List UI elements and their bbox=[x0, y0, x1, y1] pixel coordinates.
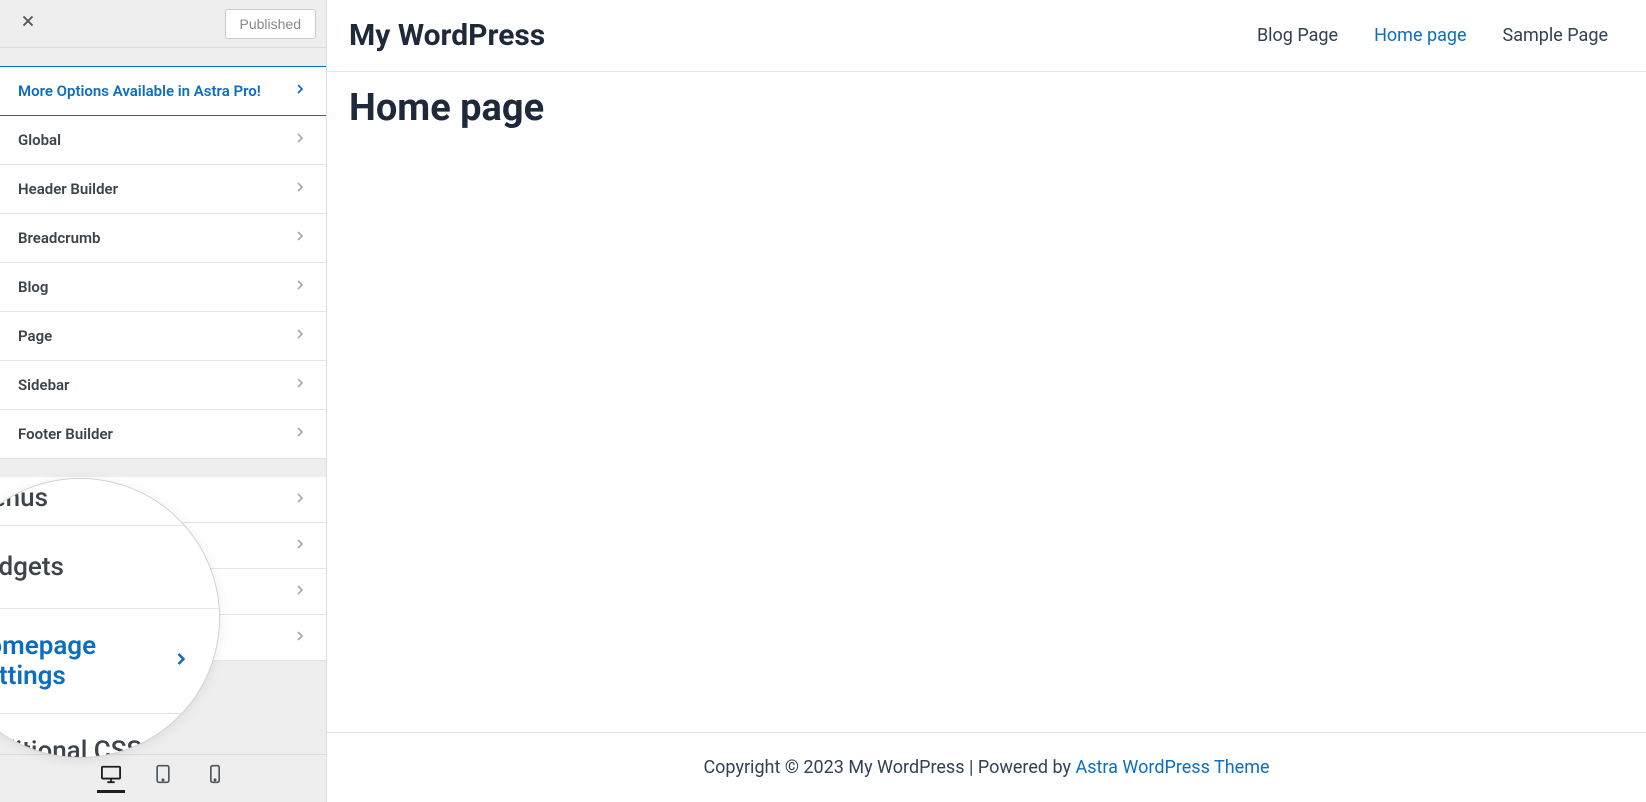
menu-label: Sidebar bbox=[18, 376, 69, 394]
chevron-right-icon bbox=[292, 81, 308, 101]
nav-link-blog-page[interactable]: Blog Page bbox=[1257, 25, 1338, 46]
section-gap bbox=[0, 459, 326, 477]
customizer-sidebar: Published More Options Available in Astr… bbox=[0, 0, 327, 802]
chevron-right-icon bbox=[292, 326, 308, 346]
page-heading: Home page bbox=[349, 86, 1624, 130]
chevron-right-icon bbox=[292, 536, 308, 556]
chevron-right-icon bbox=[292, 277, 308, 297]
chevron-right-icon bbox=[292, 375, 308, 395]
menu-item-sidebar[interactable]: Sidebar bbox=[0, 361, 326, 410]
menu-label: Breadcrumb bbox=[18, 229, 100, 247]
desktop-icon bbox=[100, 764, 122, 787]
chevron-right-icon bbox=[171, 649, 191, 673]
page-content: Home page bbox=[327, 72, 1646, 732]
astra-pro-promo[interactable]: More Options Available in Astra Pro! bbox=[0, 66, 326, 116]
mobile-icon bbox=[208, 764, 222, 787]
close-icon bbox=[19, 12, 37, 36]
sidebar-spacer bbox=[0, 48, 326, 66]
nav-link-home-page[interactable]: Home page bbox=[1374, 25, 1466, 46]
chevron-right-icon bbox=[292, 628, 308, 648]
menu-item-breadcrumb[interactable]: Breadcrumb bbox=[0, 214, 326, 263]
chevron-right-icon bbox=[292, 179, 308, 199]
site-footer: Copyright © 2023 My WordPress | Powered … bbox=[327, 732, 1646, 802]
menu-label: Page bbox=[18, 327, 52, 345]
magnified-widgets: Widgets bbox=[0, 526, 219, 609]
sidebar-header: Published bbox=[0, 0, 326, 48]
menu-item-footer-builder[interactable]: Footer Builder bbox=[0, 410, 326, 459]
device-preview-bar bbox=[0, 754, 326, 802]
publish-status-button[interactable]: Published bbox=[225, 9, 317, 39]
chevron-right-icon bbox=[292, 582, 308, 602]
device-tablet-button[interactable] bbox=[149, 765, 177, 793]
device-mobile-button[interactable] bbox=[201, 765, 229, 793]
menu-label: Footer Builder bbox=[18, 425, 113, 443]
footer-text: Copyright © 2023 My WordPress | Powered … bbox=[703, 757, 1075, 778]
chevron-right-icon bbox=[292, 490, 308, 510]
chevron-right-icon bbox=[292, 130, 308, 150]
primary-nav: Blog Page Home page Sample Page bbox=[1257, 25, 1608, 46]
menu-label: Header Builder bbox=[18, 180, 118, 198]
menu-item-header-builder[interactable]: Header Builder bbox=[0, 165, 326, 214]
magnified-additional-css: Additional CSS bbox=[0, 714, 219, 758]
menu-label: Global bbox=[18, 131, 61, 149]
magnified-menus: Menus bbox=[0, 479, 219, 526]
site-header: My WordPress Blog Page Home page Sample … bbox=[327, 0, 1646, 72]
site-title[interactable]: My WordPress bbox=[349, 18, 545, 53]
site-preview: My WordPress Blog Page Home page Sample … bbox=[327, 0, 1646, 802]
menu-item-page[interactable]: Page bbox=[0, 312, 326, 361]
menu-label: Blog bbox=[18, 278, 48, 296]
promo-label: More Options Available in Astra Pro! bbox=[18, 82, 261, 100]
nav-link-sample-page[interactable]: Sample Page bbox=[1503, 25, 1608, 46]
magnified-homepage-settings: Homepage Settings bbox=[0, 609, 219, 714]
device-desktop-button[interactable] bbox=[97, 765, 125, 793]
close-button[interactable] bbox=[10, 6, 46, 42]
menu-item-global[interactable]: Global bbox=[0, 116, 326, 165]
menu-item-blog[interactable]: Blog bbox=[0, 263, 326, 312]
chevron-right-icon bbox=[292, 228, 308, 248]
chevron-right-icon bbox=[292, 424, 308, 444]
magnifier-overlay: Menus Widgets Homepage Settings Addition… bbox=[0, 478, 220, 758]
footer-theme-link[interactable]: Astra WordPress Theme bbox=[1076, 757, 1270, 778]
menu-group-design: Global Header Builder Breadcrumb Blog Pa… bbox=[0, 116, 326, 459]
tablet-icon bbox=[154, 764, 172, 787]
